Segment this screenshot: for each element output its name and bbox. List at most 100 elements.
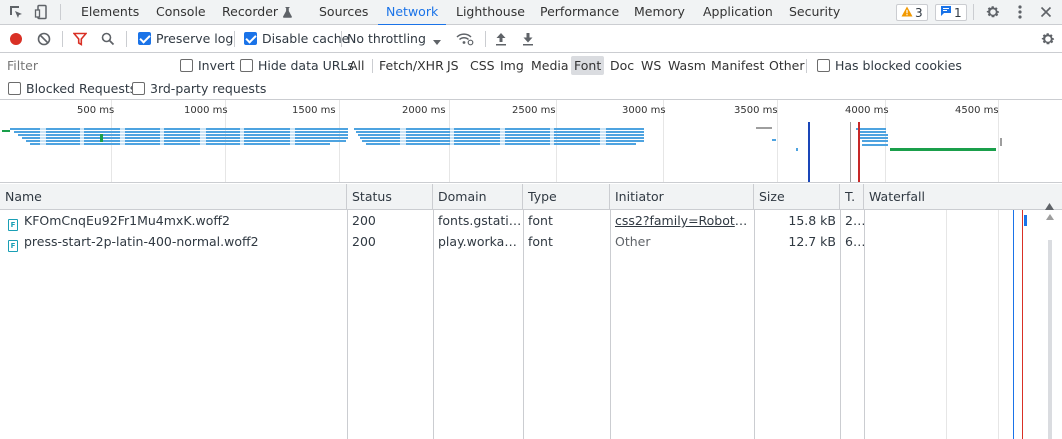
sort-ascending-icon xyxy=(1045,193,1054,210)
filter-type-all[interactable]: All xyxy=(346,56,368,75)
third-party-checkbox[interactable] xyxy=(132,82,145,95)
tab-recorder-label: Recorder xyxy=(222,4,279,19)
preserve-log-checkbox[interactable] xyxy=(138,32,151,45)
request-size: 15.8 kB xyxy=(788,213,836,228)
waterfall-bar xyxy=(1024,215,1027,226)
filter-type-doc[interactable]: Doc xyxy=(607,56,637,75)
tab-console[interactable]: Console xyxy=(156,0,206,25)
column-header-domain[interactable]: Domain xyxy=(433,184,523,210)
network-overview[interactable]: 500 ms 1000 ms 1500 ms 2000 ms 2500 ms 3… xyxy=(0,100,1062,183)
request-time: 6... xyxy=(845,234,864,249)
filter-type-css[interactable]: CSS xyxy=(467,56,498,75)
tab-recorder[interactable]: Recorder xyxy=(222,0,293,25)
tab-sources[interactable]: Sources xyxy=(319,0,368,25)
column-header-waterfall[interactable]: Waterfall xyxy=(864,184,1062,210)
filter-type-font[interactable]: Font xyxy=(571,56,605,75)
preserve-log-label: Preserve log xyxy=(156,31,234,46)
filter-type-manifest[interactable]: Manifest xyxy=(708,56,767,75)
network-conditions-icon[interactable] xyxy=(455,30,475,48)
overview-bars xyxy=(2,122,1002,182)
tab-elements[interactable]: Elements xyxy=(81,0,139,25)
device-toolbar-icon[interactable] xyxy=(32,3,52,21)
filter-bar: Invert Hide data URLs All Fetch/XHR JS C… xyxy=(0,53,1062,78)
blocked-requests-label: Blocked Requests xyxy=(26,81,137,96)
message-icon xyxy=(940,5,952,20)
request-name-cell: Fpress-start-2p-latin-400-normal.woff2 xyxy=(0,231,347,252)
column-header-status[interactable]: Status xyxy=(347,184,433,210)
filter-icon[interactable] xyxy=(71,30,89,48)
table-row[interactable]: F KFOmCnqEu92Fr1Mu4mxK.woff2 200 fonts.gs… xyxy=(0,210,864,231)
messages-count: 1 xyxy=(954,5,962,20)
request-name: KFOmCnqEu92Fr1Mu4mxK.woff2 xyxy=(24,213,230,228)
throttling-select[interactable]: No throttling xyxy=(347,29,447,49)
warnings-count: 3 xyxy=(915,5,923,20)
inspect-element-icon[interactable] xyxy=(6,3,26,21)
network-toolbar: Preserve log Disable cache No throttling xyxy=(0,25,1062,53)
column-header-name[interactable]: Name xyxy=(0,184,347,210)
request-table-body: F KFOmCnqEu92Fr1Mu4mxK.woff2 200 fonts.gs… xyxy=(0,210,1062,439)
filter-type-media[interactable]: Media xyxy=(528,56,572,75)
devtools-tab-bar: Elements Console Recorder Sources Networ… xyxy=(0,0,1062,26)
column-header-type[interactable]: Type xyxy=(523,184,610,210)
record-icon[interactable] xyxy=(7,30,25,48)
request-status: 200 xyxy=(352,234,376,249)
request-name: press-start-2p-latin-400-normal.woff2 xyxy=(24,234,259,249)
filter-input[interactable] xyxy=(2,55,168,76)
filter-type-ws[interactable]: WS xyxy=(638,56,664,75)
hide-data-urls-checkbox[interactable] xyxy=(240,59,253,72)
column-header-size[interactable]: Size xyxy=(754,184,840,210)
tab-security[interactable]: Security xyxy=(789,0,840,25)
tab-network[interactable]: Network xyxy=(377,0,447,26)
disable-cache-label: Disable cache xyxy=(262,31,350,46)
has-blocked-cookies-checkbox[interactable] xyxy=(817,59,830,72)
hide-data-urls-label: Hide data URLs xyxy=(258,58,354,73)
export-har-icon[interactable] xyxy=(519,30,537,48)
font-file-icon: F xyxy=(8,240,18,252)
search-icon[interactable] xyxy=(99,30,117,48)
request-domain: play.workad... xyxy=(438,234,523,249)
request-initiator-link[interactable]: css2?family=Roboto+C... xyxy=(610,210,754,231)
throttling-value: No throttling xyxy=(347,31,426,46)
filter-type-js[interactable]: JS xyxy=(444,56,462,75)
request-name-cell: F KFOmCnqEu92Fr1Mu4mxK.woff2 xyxy=(0,210,347,231)
font-file-icon: F xyxy=(8,219,18,231)
tab-memory[interactable]: Memory xyxy=(634,0,685,25)
request-type: font xyxy=(528,234,553,249)
warning-icon xyxy=(901,6,913,20)
request-type: font xyxy=(528,213,553,228)
filter-type-wasm[interactable]: Wasm xyxy=(665,56,709,75)
network-settings-gear-icon[interactable] xyxy=(1038,30,1058,48)
request-initiator: Other xyxy=(615,234,651,249)
filter-type-img[interactable]: Img xyxy=(497,56,527,75)
dropdown-arrow-icon xyxy=(433,35,441,49)
warnings-badge[interactable]: 3 xyxy=(896,4,928,21)
blocked-requests-checkbox[interactable] xyxy=(8,82,21,95)
filter-type-other[interactable]: Other xyxy=(766,56,808,75)
column-header-initiator[interactable]: Initiator xyxy=(610,184,754,210)
close-icon[interactable] xyxy=(1036,3,1056,21)
table-scrollbar[interactable] xyxy=(1046,214,1054,439)
third-party-label: 3rd-party requests xyxy=(150,81,267,96)
request-status: 200 xyxy=(352,213,376,228)
tab-performance[interactable]: Performance xyxy=(540,0,619,25)
request-domain: fonts.gstatic... xyxy=(438,213,523,228)
filter-bar-secondary: Blocked Requests 3rd-party requests xyxy=(0,78,1062,100)
invert-checkbox[interactable] xyxy=(180,59,193,72)
clear-icon[interactable] xyxy=(35,30,53,48)
import-har-icon[interactable] xyxy=(492,30,510,48)
request-time: 2... xyxy=(845,213,864,228)
disable-cache-checkbox[interactable] xyxy=(244,32,257,45)
request-table-header: Name Status Domain Type Initiator Size T… xyxy=(0,184,1062,210)
tab-lighthouse[interactable]: Lighthouse xyxy=(456,0,525,25)
settings-gear-icon[interactable] xyxy=(983,3,1003,21)
more-options-icon[interactable] xyxy=(1010,3,1030,21)
request-size: 12.7 kB xyxy=(788,234,836,249)
table-row[interactable]: Fpress-start-2p-latin-400-normal.woff2 2… xyxy=(0,231,864,252)
filter-type-fetch-xhr[interactable]: Fetch/XHR xyxy=(376,56,447,75)
tab-application[interactable]: Application xyxy=(703,0,773,25)
has-blocked-cookies-label: Has blocked cookies xyxy=(835,58,962,73)
waterfall-label: Waterfall xyxy=(869,189,925,204)
column-header-time[interactable]: T. xyxy=(840,184,864,210)
invert-label: Invert xyxy=(198,58,235,73)
messages-badge[interactable]: 1 xyxy=(935,4,967,21)
